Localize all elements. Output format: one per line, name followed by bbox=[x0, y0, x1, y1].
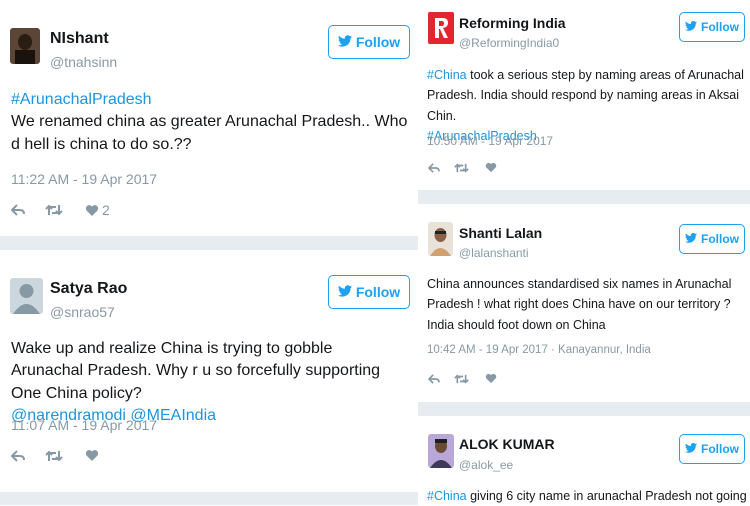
display-name[interactable]: NIshant bbox=[50, 30, 109, 48]
timestamp[interactable]: 11:07 AM - 19 Apr 2017 bbox=[11, 417, 157, 433]
follow-button[interactable]: Follow bbox=[679, 12, 745, 42]
like-icon[interactable] bbox=[485, 373, 497, 384]
follow-label: Follow bbox=[701, 232, 739, 246]
user-handle[interactable]: @tnahsinn bbox=[50, 54, 117, 70]
hashtag-link[interactable]: #ArunachalPradesh bbox=[11, 91, 152, 108]
display-name[interactable]: ALOK KUMAR bbox=[459, 436, 555, 452]
default-avatar-icon bbox=[10, 278, 43, 314]
timestamp[interactable]: 10:50 AM - 19 Apr 2017 bbox=[427, 134, 553, 148]
like-count: 2 bbox=[102, 202, 110, 218]
tweet-actions bbox=[428, 162, 497, 173]
retweet-icon[interactable] bbox=[454, 162, 469, 173]
timestamp[interactable]: 11:22 AM - 19 Apr 2017 bbox=[11, 171, 157, 187]
like-icon[interactable] bbox=[85, 204, 99, 217]
reply-icon[interactable] bbox=[11, 204, 25, 216]
retweet-icon[interactable] bbox=[45, 204, 63, 216]
reply-icon[interactable] bbox=[428, 373, 440, 384]
avatar[interactable] bbox=[428, 12, 454, 44]
avatar[interactable] bbox=[10, 28, 40, 64]
bird-icon bbox=[685, 232, 697, 246]
tweet-body: took a serious step by naming areas of A… bbox=[427, 68, 744, 123]
tweet-actions bbox=[11, 449, 99, 462]
avatar-image bbox=[428, 434, 454, 468]
display-name[interactable]: Satya Rao bbox=[50, 280, 127, 298]
divider bbox=[0, 236, 418, 250]
reply-icon[interactable] bbox=[11, 449, 25, 462]
follow-label: Follow bbox=[701, 442, 739, 456]
user-handle[interactable]: @ReformingIndia0 bbox=[459, 36, 559, 50]
follow-button[interactable]: Follow bbox=[328, 275, 410, 309]
retweet-icon[interactable] bbox=[45, 450, 63, 462]
display-name[interactable]: Reforming India bbox=[459, 15, 566, 31]
tweet-card-alok-kumar: ALOK KUMAR @alok_ee Follow #China giving… bbox=[418, 416, 750, 505]
tweet-text: #China giving 6 city name in arunachal P… bbox=[427, 486, 750, 506]
tweet-card-satya-rao: Satya Rao @snrao57 Follow Wake up and re… bbox=[0, 250, 418, 505]
retweet-icon[interactable] bbox=[454, 373, 469, 384]
follow-label: Follow bbox=[701, 20, 739, 34]
divider bbox=[418, 402, 750, 416]
divider bbox=[418, 190, 750, 204]
avatar[interactable] bbox=[10, 278, 43, 314]
tweet-card-nishant: NIshant @tnahsinn Follow #ArunachalPrade… bbox=[0, 0, 418, 236]
avatar-image bbox=[10, 28, 40, 64]
timestamp[interactable]: 10:42 AM - 19 Apr 2017 · Kanayannur, Ind… bbox=[427, 344, 651, 356]
reforming-india-logo-icon bbox=[428, 12, 454, 44]
tweet-body: Wake up and realize China is trying to g… bbox=[11, 340, 381, 402]
divider bbox=[0, 492, 418, 505]
bird-icon bbox=[337, 284, 352, 300]
user-handle[interactable]: @lalanshanti bbox=[459, 246, 529, 260]
tweet-card-reforming-india: Reforming India @ReformingIndia0 Follow … bbox=[418, 0, 750, 190]
reply-icon[interactable] bbox=[428, 162, 440, 173]
tweet-body: We renamed china as greater Arunachal Pr… bbox=[11, 113, 408, 153]
bird-icon bbox=[685, 442, 697, 456]
follow-label: Follow bbox=[355, 34, 401, 50]
avatar[interactable] bbox=[428, 434, 454, 468]
avatar-image bbox=[428, 222, 453, 256]
follow-label: Follow bbox=[355, 284, 401, 300]
tweet-card-shanti-lalan: Shanti Lalan @lalanshanti Follow China a… bbox=[418, 204, 750, 402]
like-icon[interactable] bbox=[85, 449, 99, 462]
tweet-text: #ArunachalPradesh We renamed china as gr… bbox=[11, 89, 411, 156]
tweet-actions bbox=[428, 373, 497, 384]
follow-button[interactable]: Follow bbox=[328, 25, 410, 59]
tweet-text: China announces standardised six names i… bbox=[427, 274, 747, 335]
follow-button[interactable]: Follow bbox=[679, 434, 745, 464]
tweet-body: giving 6 city name in arunachal Pradesh … bbox=[466, 489, 750, 503]
like-icon[interactable] bbox=[485, 162, 497, 173]
user-handle[interactable]: @snrao57 bbox=[50, 304, 115, 320]
hashtag-link[interactable]: #China bbox=[427, 68, 467, 82]
bird-icon bbox=[685, 20, 697, 34]
hashtag-link[interactable]: #China bbox=[427, 489, 467, 503]
user-handle[interactable]: @alok_ee bbox=[459, 458, 513, 472]
tweet-text: Wake up and realize China is trying to g… bbox=[11, 338, 406, 428]
bird-icon bbox=[337, 34, 352, 50]
tweet-body: China announces standardised six names i… bbox=[427, 277, 732, 332]
display-name[interactable]: Shanti Lalan bbox=[459, 225, 542, 241]
tweet-actions: 2 bbox=[11, 202, 110, 218]
follow-button[interactable]: Follow bbox=[679, 224, 745, 254]
avatar[interactable] bbox=[428, 222, 453, 256]
